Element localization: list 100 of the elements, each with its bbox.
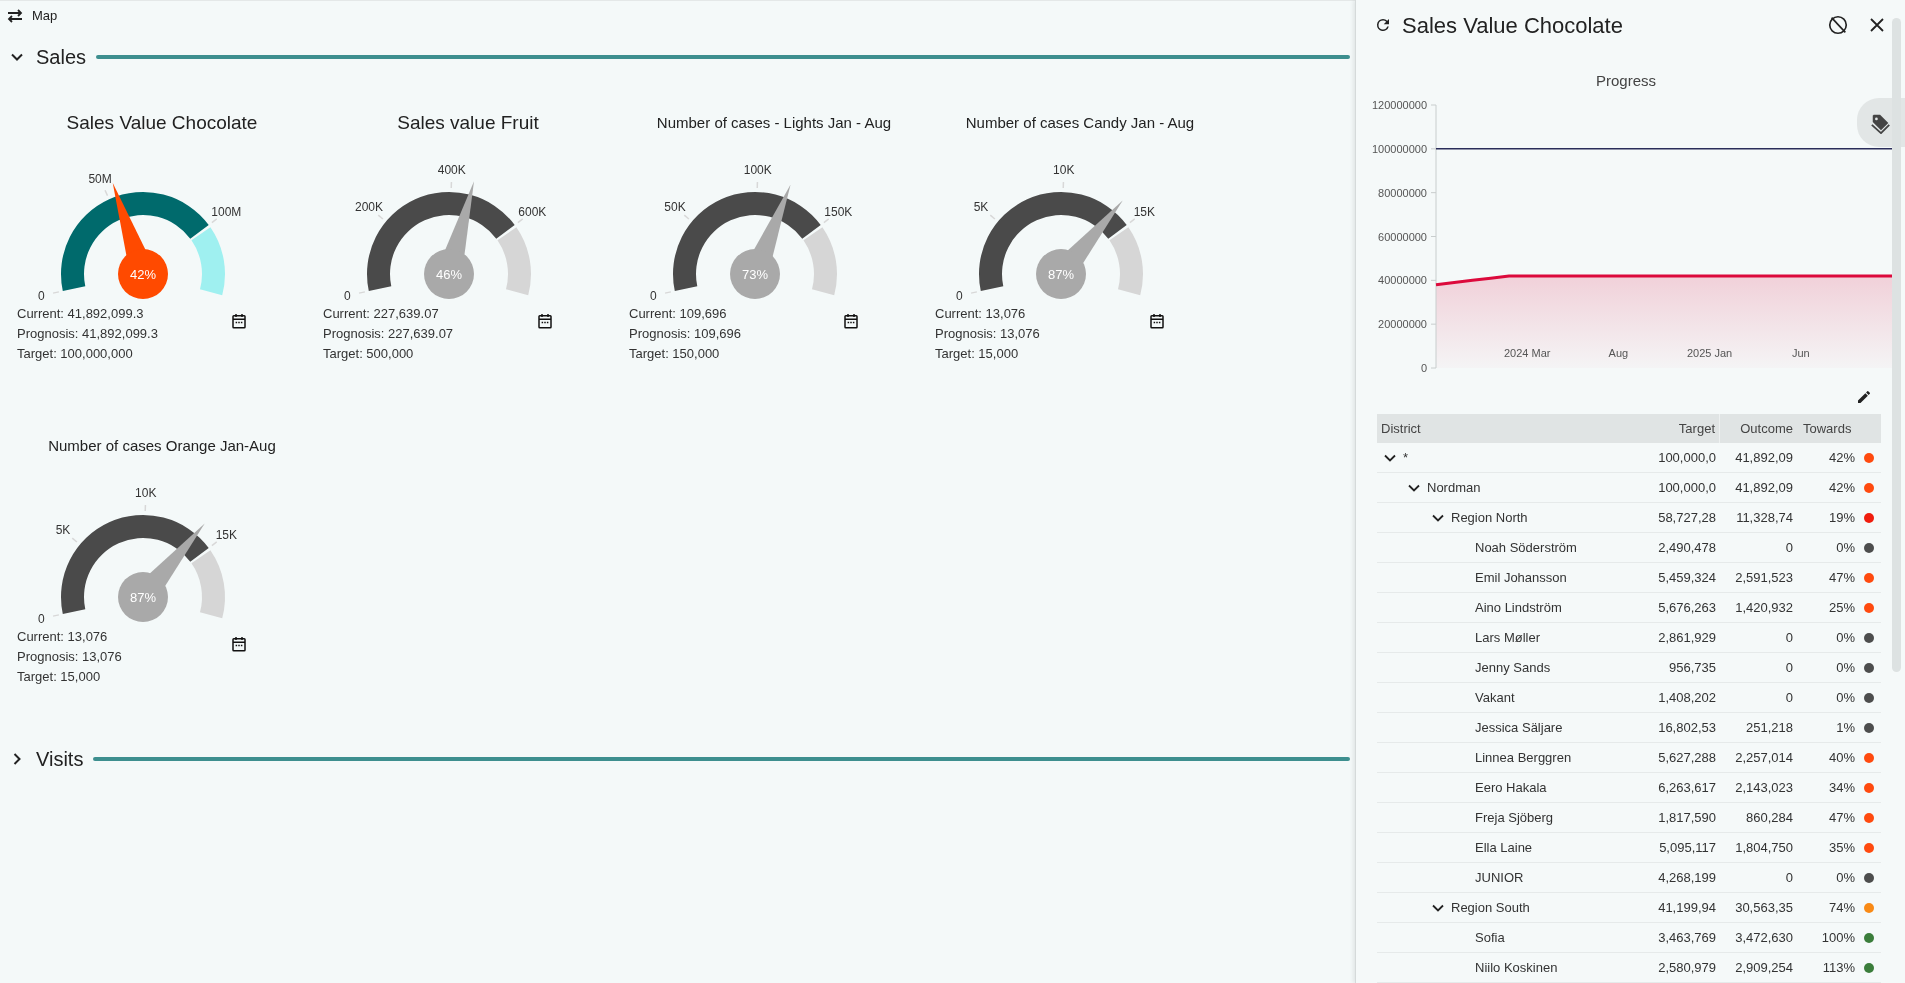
tick-mark: [377, 214, 384, 220]
gauge-title: Sales Value Chocolate: [65, 110, 259, 135]
table-cell: 40%: [1828, 749, 1855, 765]
table-cell: 74%: [1828, 899, 1855, 915]
table-cell: 2,257,014: [1735, 749, 1793, 765]
gauge-tick-label: 0: [649, 288, 657, 303]
stat-line: Current: 41,892,099.3: [17, 305, 145, 323]
stat-line: Current: 13,076: [17, 628, 109, 646]
district-name[interactable]: Jenny Sands: [1475, 657, 1551, 678]
table-cell: 1,804,750: [1735, 839, 1793, 855]
gauge-tick-label: 100K: [743, 163, 772, 178]
table-cell: 2,909,254: [1735, 959, 1793, 975]
tick-mark: [71, 537, 78, 543]
table-cell: 11,328,74: [1736, 509, 1793, 525]
gauge-tick-label: 50K: [664, 200, 686, 215]
gauge-tick-label: 200K: [355, 200, 384, 215]
gauge-remainder-arc: [1109, 227, 1143, 296]
gauge-remainder-arc: [497, 227, 531, 296]
calendar-icon[interactable]: [536, 312, 554, 330]
table-cell: 251,218: [1746, 719, 1793, 735]
column-header[interactable]: Outcome: [1740, 418, 1793, 439]
gauge-percent: 87%: [1048, 267, 1074, 282]
stat-line: Target: 150,000: [629, 345, 721, 363]
gauge-tick-label: 0: [37, 288, 45, 303]
table-cell: 5,627,288: [1658, 749, 1716, 765]
district-name[interactable]: Region North: [1451, 507, 1528, 528]
gauge-percent: 73%: [742, 267, 768, 282]
table-cell: 100,000,0: [1658, 479, 1716, 495]
stat-line: Prognosis: 13,076: [17, 648, 123, 666]
table-cell: 3,472,630: [1735, 929, 1793, 945]
district-name[interactable]: Linnea Berggren: [1475, 747, 1572, 768]
scrollbar-thumb[interactable]: [1892, 18, 1901, 672]
calendar-icon[interactable]: [230, 312, 248, 330]
district-name[interactable]: Nordman: [1427, 477, 1481, 498]
table-cell: 1,420,932: [1735, 599, 1793, 615]
district-name[interactable]: Lars Møller: [1475, 627, 1540, 648]
stat-line: Current: 227,639.07: [323, 305, 440, 323]
close-icon[interactable]: [1869, 17, 1885, 33]
tick-mark: [989, 214, 996, 220]
column-header[interactable]: Towards: [1803, 418, 1852, 439]
tick-mark: [683, 214, 690, 220]
map-label[interactable]: Map: [32, 6, 58, 26]
column-header[interactable]: District: [1381, 420, 1421, 436]
stat-line: Prognosis: 109,696: [629, 325, 743, 343]
table-cell: 0%: [1836, 629, 1855, 645]
tick-mark: [756, 181, 759, 189]
tick-mark: [1129, 218, 1136, 224]
gauge-tick-label: 0: [37, 611, 45, 626]
gauge-tick-label: 5K: [55, 523, 71, 538]
district-name[interactable]: Jessica Säljare: [1475, 717, 1563, 738]
table-cell: 5,459,324: [1658, 569, 1716, 585]
table-cell: 0%: [1836, 689, 1855, 705]
district-name[interactable]: Sofia: [1475, 927, 1505, 948]
table-cell: 58,727,28: [1658, 509, 1716, 525]
tick-mark: [104, 189, 109, 197]
district-name[interactable]: *: [1403, 447, 1409, 468]
table-cell: 0: [1785, 629, 1793, 645]
gauge-percent: 46%: [436, 267, 462, 282]
table-cell: 2,143,023: [1735, 779, 1793, 795]
y-tick-label: 80000000: [1378, 186, 1427, 199]
district-name[interactable]: Freja Sjöberg: [1475, 807, 1554, 828]
table-cell: 1,817,590: [1658, 809, 1716, 825]
gauge-percent: 87%: [130, 590, 156, 605]
tick-mark: [450, 181, 453, 189]
table-cell: 42%: [1828, 479, 1855, 495]
table-cell: 100%: [1821, 929, 1855, 945]
table-cell: 2,490,478: [1658, 539, 1716, 555]
table-cell: 2,591,523: [1735, 569, 1793, 585]
gauge-tick-label: 100M: [211, 204, 242, 219]
district-name[interactable]: Niilo Koskinen: [1475, 957, 1558, 978]
district-name[interactable]: JUNIOR: [1475, 867, 1524, 888]
table-cell: 2,861,929: [1658, 629, 1716, 645]
district-name[interactable]: Ella Laine: [1475, 837, 1533, 858]
section-title[interactable]: Visits: [36, 744, 84, 774]
table-cell: 35%: [1828, 839, 1855, 855]
table-cell: 3,463,769: [1658, 929, 1716, 945]
tick-mark: [211, 541, 218, 547]
table-cell: 41,199,94: [1658, 899, 1716, 915]
y-tick-label: 40000000: [1378, 274, 1427, 287]
swap-arrows-icon[interactable]: [6, 8, 24, 24]
district-name[interactable]: Aino Lindström: [1475, 597, 1562, 618]
district-name[interactable]: Emil Johansson: [1475, 567, 1567, 588]
y-tick-label: 60000000: [1378, 230, 1427, 243]
table-cell: 30,563,35: [1735, 899, 1793, 915]
edit-icon[interactable]: [1856, 389, 1872, 405]
calendar-icon[interactable]: [1148, 312, 1166, 330]
gauge-tick-label: 5K: [973, 200, 989, 215]
calendar-icon[interactable]: [230, 635, 248, 653]
x-tick-label: Aug: [1608, 347, 1629, 359]
district-name[interactable]: Region South: [1451, 897, 1530, 918]
district-name[interactable]: Vakant: [1475, 687, 1515, 708]
gauge-tick-label: 15K: [215, 527, 237, 542]
gauge-percent: 42%: [130, 267, 156, 282]
column-header[interactable]: Target: [1678, 418, 1715, 439]
section-title[interactable]: Sales: [36, 42, 87, 72]
table-cell: 42%: [1828, 449, 1855, 465]
calendar-icon[interactable]: [842, 312, 860, 330]
refresh-icon[interactable]: [1374, 16, 1392, 34]
district-name[interactable]: Eero Hakala: [1475, 777, 1547, 798]
district-name[interactable]: Noah Söderström: [1475, 537, 1577, 558]
